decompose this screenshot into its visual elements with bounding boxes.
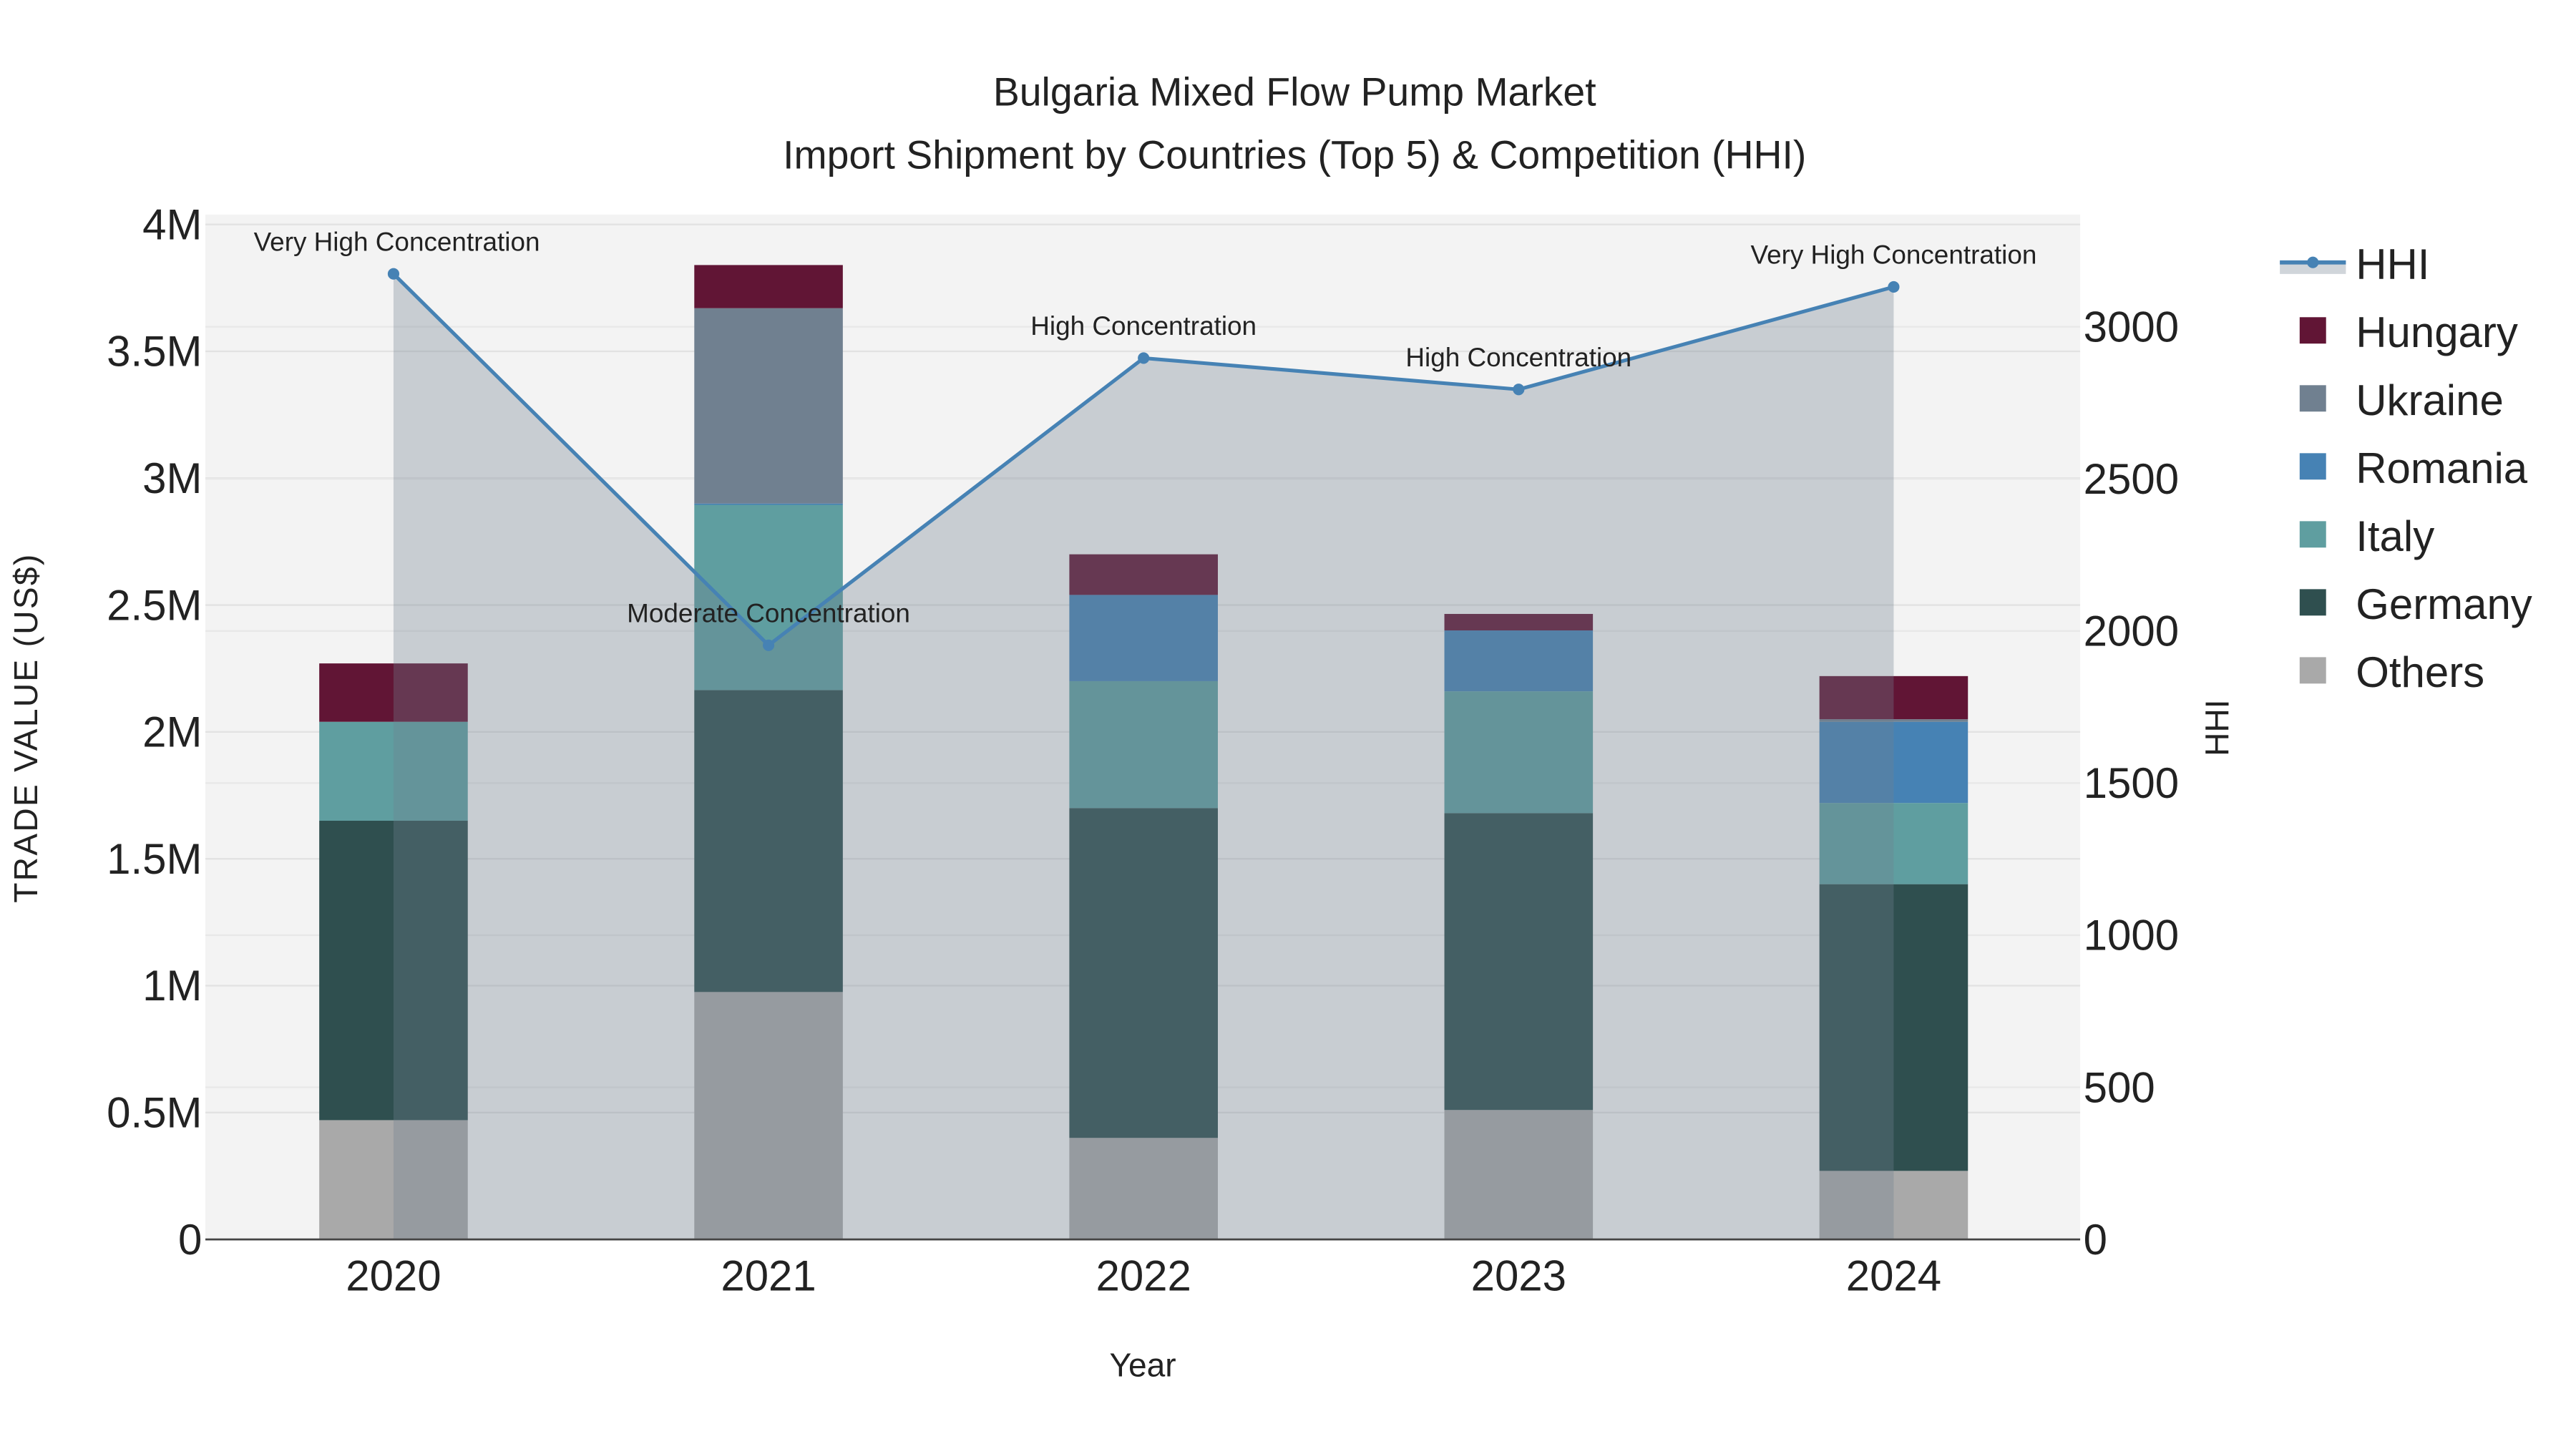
x-axis-ticks: 2020 2021 2022 2023 2024: [346, 1252, 1941, 1300]
x-axis-title: Year: [1109, 1347, 1176, 1384]
x-tick-label: 2024: [1846, 1252, 1941, 1300]
y-tick-label: 3.5M: [107, 328, 202, 376]
y2-axis-title: HHI: [2199, 699, 2236, 756]
bar-romania: [694, 503, 843, 505]
y-tick-label: 3M: [142, 454, 202, 502]
x-tick-label: 2020: [346, 1252, 441, 1300]
y-tick-label: 0.5M: [107, 1089, 202, 1137]
bar-hungary: [694, 265, 843, 308]
legend-label-hhi: HHI: [2356, 240, 2429, 288]
y-axis-title: TRADE VALUE (US$): [7, 552, 44, 902]
legend-label-romania: Romania: [2356, 444, 2528, 492]
y-tick-label: 2.5M: [107, 581, 202, 629]
legend-label-italy: Italy: [2356, 512, 2434, 560]
hhi-point: [1513, 384, 1525, 396]
y2-tick-label: 1000: [2084, 912, 2179, 960]
chart-title-line1: Bulgaria Mixed Flow Pump Market: [993, 70, 1596, 114]
legend: HHI Hungary Ukraine Romania Italy Germany Othe…: [2280, 240, 2532, 696]
legend-swatch-italy: [2299, 521, 2326, 548]
chart-title-line2: Import Shipment by Countries (Top 5) & C…: [783, 132, 1806, 177]
legend-swatch-hungary: [2299, 317, 2326, 344]
hhi-point: [387, 268, 400, 280]
y-tick-label: 0: [178, 1216, 202, 1264]
y2-tick-label: 3000: [2084, 303, 2179, 351]
y2-axis-ticks: 0 500 1000 1500 2000 2500 3000: [2084, 303, 2179, 1263]
legend-swatch-ukraine: [2299, 385, 2326, 412]
hhi-annotation: Very High Concentration: [1751, 240, 2037, 270]
hhi-annotation: Very High Concentration: [254, 227, 540, 256]
hhi-annotation: High Concentration: [1405, 343, 1631, 372]
x-tick-label: 2021: [721, 1252, 816, 1300]
legend-swatch-romania: [2299, 453, 2326, 480]
hhi-annotation: High Concentration: [1030, 311, 1257, 341]
bar-ukraine: [694, 308, 843, 504]
hhi-trade-chart: Bulgaria Mixed Flow Pump Market Import S…: [7, 70, 2532, 1384]
y2-tick-label: 1500: [2084, 759, 2179, 807]
legend-hhi-marker: [2307, 256, 2319, 268]
y-tick-label: 1M: [142, 962, 202, 1010]
y-tick-label: 1.5M: [107, 835, 202, 883]
y2-tick-label: 500: [2084, 1063, 2155, 1111]
legend-swatch-germany: [2299, 589, 2326, 616]
legend-label-ukraine: Ukraine: [2356, 376, 2504, 424]
y2-tick-label: 2500: [2084, 455, 2179, 503]
legend-swatch-others: [2299, 657, 2326, 684]
hhi-point: [762, 639, 775, 651]
x-tick-label: 2022: [1096, 1252, 1191, 1300]
hhi-annotation: Moderate Concentration: [627, 598, 910, 628]
legend-label-hungary: Hungary: [2356, 308, 2518, 356]
x-tick-label: 2023: [1471, 1252, 1566, 1300]
legend-label-others: Others: [2356, 648, 2484, 696]
y-tick-label: 4M: [142, 200, 202, 248]
hhi-point: [1888, 280, 1900, 293]
y2-tick-label: 2000: [2084, 608, 2179, 655]
legend-label-germany: Germany: [2356, 580, 2532, 628]
y2-tick-label: 0: [2084, 1216, 2107, 1264]
y-axis-ticks: 0 0.5M 1M 1.5M 2M 2.5M 3M 3.5M 4M: [107, 200, 202, 1263]
hhi-point: [1138, 352, 1150, 364]
y-tick-label: 2M: [142, 708, 202, 756]
